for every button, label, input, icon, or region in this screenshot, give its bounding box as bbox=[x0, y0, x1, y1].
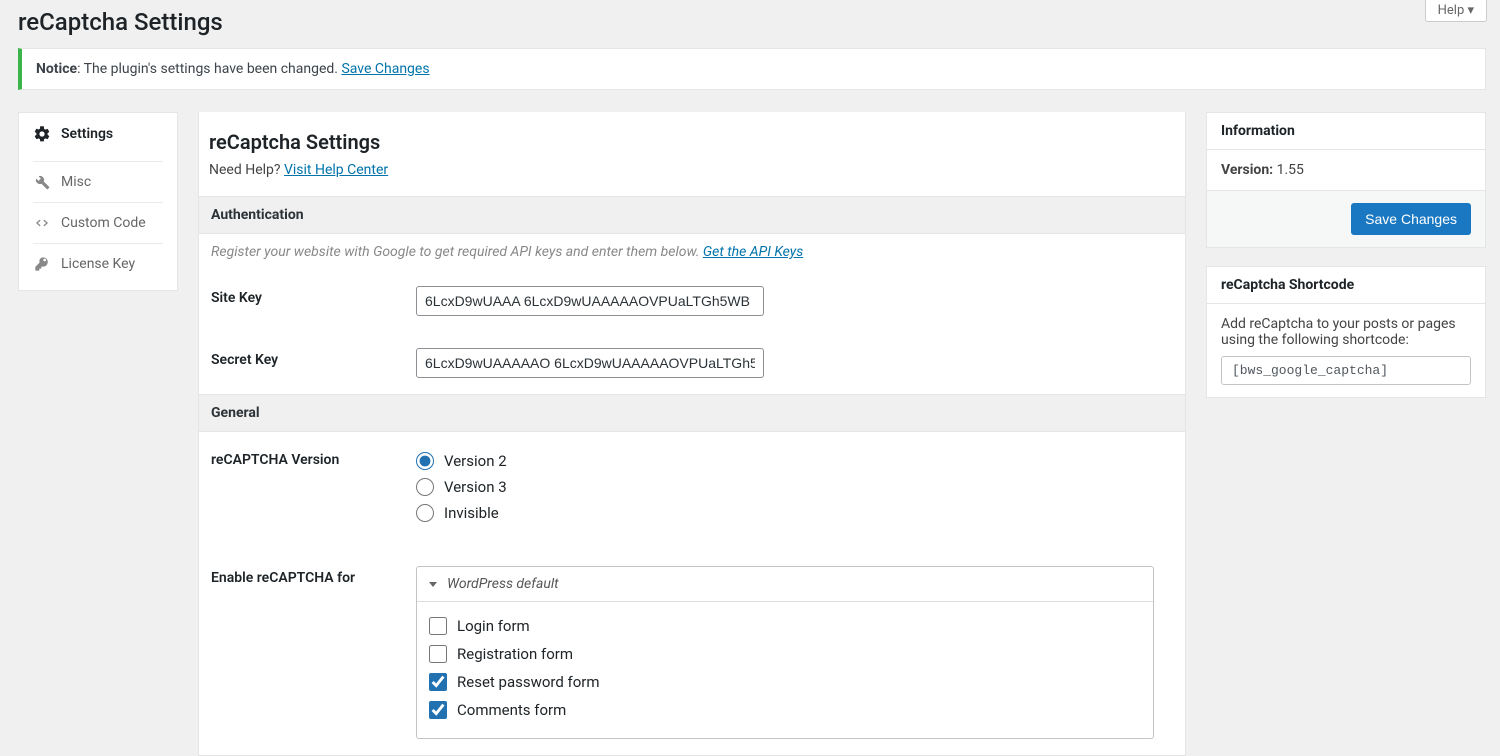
information-title: Information bbox=[1207, 113, 1485, 150]
shortcode-input[interactable] bbox=[1221, 356, 1471, 385]
settings-nav: Settings Misc Custom Code bbox=[18, 112, 178, 291]
notice-text: : The plugin's settings have been change… bbox=[77, 61, 341, 77]
shortcode-desc: Add reCaptcha to your posts or pages usi… bbox=[1221, 316, 1471, 348]
version-option-label: Invisible bbox=[444, 504, 499, 522]
nav-item-license[interactable]: License Key bbox=[19, 244, 177, 284]
nav-label: Custom Code bbox=[61, 215, 146, 231]
nav-label: License Key bbox=[61, 256, 135, 272]
help-center-link[interactable]: Visit Help Center bbox=[284, 162, 388, 178]
version-label: Version: bbox=[1221, 162, 1273, 178]
main-title: reCaptcha Settings bbox=[199, 112, 1185, 156]
nav-item-settings[interactable]: Settings bbox=[19, 113, 177, 155]
form-option-label: Login form bbox=[457, 617, 530, 635]
secret-key-label: Secret Key bbox=[211, 348, 416, 368]
shortcode-box: reCaptcha Shortcode Add reCaptcha to you… bbox=[1206, 266, 1486, 398]
nav-label: Settings bbox=[61, 126, 113, 142]
get-api-keys-link[interactable]: Get the API Keys bbox=[703, 244, 803, 260]
nav-item-misc[interactable]: Misc bbox=[19, 162, 177, 202]
version-value: 1.55 bbox=[1277, 162, 1304, 178]
caret-down-icon bbox=[429, 582, 437, 587]
form-option-label: Registration form bbox=[457, 645, 573, 663]
help-tab[interactable]: Help ▾ bbox=[1425, 0, 1487, 22]
secret-key-input[interactable] bbox=[416, 348, 764, 378]
section-general-heading: General bbox=[199, 394, 1185, 432]
version-option-label: Version 3 bbox=[444, 478, 507, 496]
key-icon bbox=[33, 256, 51, 272]
notice-save-link[interactable]: Save Changes bbox=[341, 61, 429, 77]
wrench-icon bbox=[33, 174, 51, 190]
form-option-label: Reset password form bbox=[457, 673, 600, 691]
site-key-label: Site Key bbox=[211, 286, 416, 306]
site-key-input[interactable] bbox=[416, 286, 764, 316]
notice-label: Notice bbox=[36, 61, 77, 77]
version-option-label: Version 2 bbox=[444, 452, 507, 470]
version-2-radio[interactable]: Version 2 bbox=[416, 448, 507, 474]
notice-banner: Notice: The plugin's settings have been … bbox=[18, 48, 1486, 90]
shortcode-title: reCaptcha Shortcode bbox=[1207, 267, 1485, 304]
nav-item-custom-code[interactable]: Custom Code bbox=[19, 203, 177, 243]
gear-icon bbox=[33, 125, 51, 143]
auth-hint-text: Register your website with Google to get… bbox=[211, 244, 703, 260]
code-icon bbox=[33, 215, 51, 231]
auth-hint: Register your website with Google to get… bbox=[199, 234, 1185, 270]
version-label: reCAPTCHA Version bbox=[211, 448, 416, 468]
section-auth-heading: Authentication bbox=[199, 196, 1185, 234]
login-form-checkbox[interactable] bbox=[429, 617, 447, 635]
form-option-label: Comments form bbox=[457, 701, 566, 719]
comments-form-checkbox[interactable] bbox=[429, 701, 447, 719]
registration-form-checkbox[interactable] bbox=[429, 645, 447, 663]
information-box: Information Version: 1.55 Save Changes bbox=[1206, 112, 1486, 248]
save-changes-button[interactable]: Save Changes bbox=[1351, 203, 1471, 235]
panel-collapse-toggle[interactable]: WordPress default bbox=[417, 567, 1153, 602]
enable-panel: WordPress default Login form Registratio… bbox=[416, 566, 1154, 739]
version-invisible-radio[interactable]: Invisible bbox=[416, 500, 507, 526]
main-panel: reCaptcha Settings Need Help? Visit Help… bbox=[198, 112, 1186, 756]
need-help-text: Need Help? bbox=[209, 162, 284, 178]
enable-label: Enable reCAPTCHA for bbox=[211, 566, 416, 586]
panel-head-label: WordPress default bbox=[447, 576, 559, 592]
nav-label: Misc bbox=[61, 174, 91, 190]
reset-password-form-checkbox[interactable] bbox=[429, 673, 447, 691]
version-3-radio[interactable]: Version 3 bbox=[416, 474, 507, 500]
page-title: reCaptcha Settings bbox=[0, 0, 1500, 48]
